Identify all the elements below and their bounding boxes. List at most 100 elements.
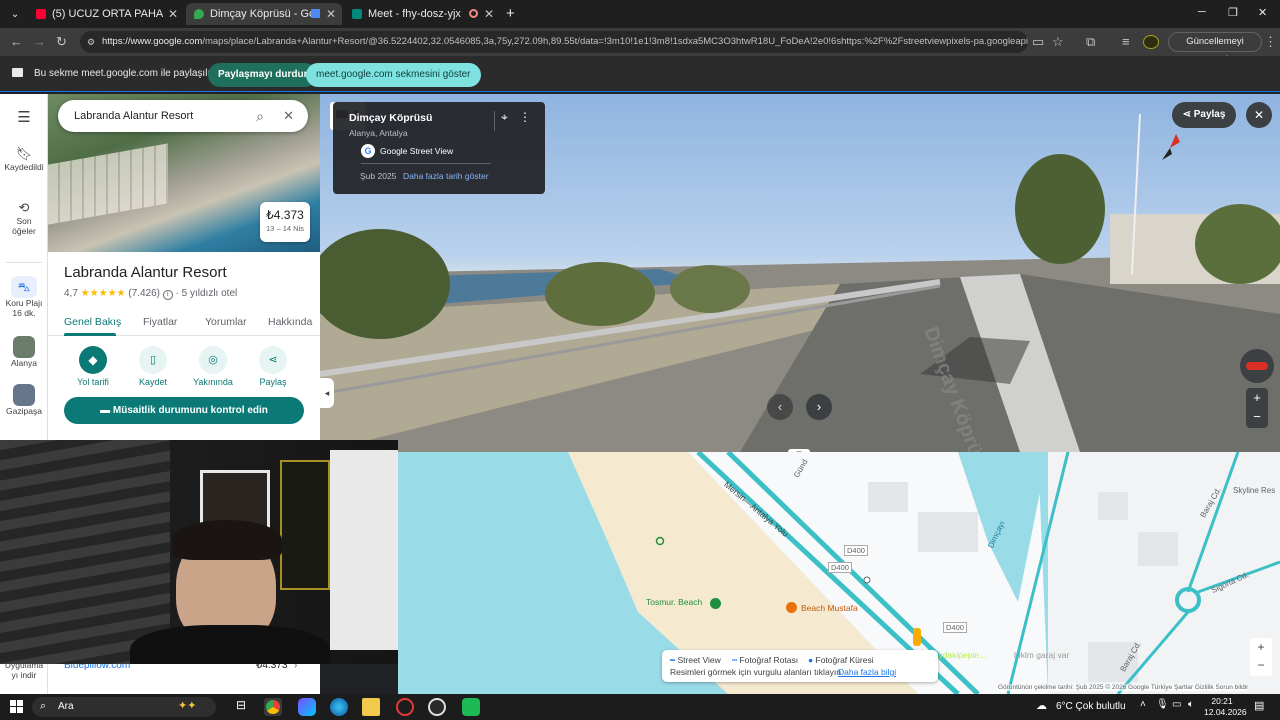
pin-icon[interactable]: ⌖	[501, 110, 508, 125]
close-icon[interactable]: ✕	[326, 7, 336, 21]
taskbar-search[interactable]: ⌕ Ara ✦✦	[32, 697, 216, 717]
file-explorer-icon[interactable]	[362, 698, 380, 716]
location-subtitle: Alanya, Antalya	[349, 128, 408, 138]
menu-kebab-icon[interactable]: ⋮	[1264, 34, 1277, 50]
tab-meet[interactable]: Meet - fhy-dosz-yjx ✕	[344, 3, 500, 25]
reload-icon[interactable]: ↻	[56, 34, 67, 50]
clock[interactable]: 20:21 12.04.2026	[1204, 696, 1247, 718]
show-meet-tab-button[interactable]: meet.google.com sekmesini göster	[306, 63, 481, 87]
more-dates-link[interactable]: Daha fazla tarih göster	[403, 171, 489, 181]
weather-text[interactable]: 6°C Çok bulutlu	[1056, 701, 1126, 712]
collapse-panel-button[interactable]: ◂	[320, 378, 334, 408]
menu-hamburger-icon[interactable]: ☰	[0, 108, 48, 126]
tab-prices[interactable]: Fiyatlar	[143, 316, 177, 328]
nearby-button[interactable]: ◎ Yakınında	[184, 346, 242, 387]
url-host: https://www.google.com	[102, 36, 203, 47]
close-window-button[interactable]: ✕	[1258, 6, 1267, 19]
rail-saved[interactable]: 🔖︎ Kaydedildi	[0, 146, 48, 172]
obs-icon[interactable]	[428, 698, 446, 716]
clock-date: 12.04.2026	[1204, 707, 1247, 717]
map-pane[interactable]: Günd Mersin—Antalya Yolu D400 D400 D400 …	[398, 452, 1280, 694]
previous-arrow-button[interactable]: ‹	[767, 394, 793, 420]
pegman-icon[interactable]	[913, 628, 921, 646]
search-icon[interactable]: ⌕	[256, 100, 264, 132]
chevron-up-icon[interactable]: ˄	[1140, 699, 1146, 710]
next-arrow-button[interactable]: ›	[806, 394, 832, 420]
share-street-view-button[interactable]: ⋖ Paylaş	[1172, 102, 1236, 128]
legend-more-link[interactable]: Daha fazla bilgi	[838, 667, 896, 677]
info-icon[interactable]: i	[162, 290, 173, 300]
rail-alanya[interactable]: Alanya	[0, 336, 48, 368]
more-options-icon[interactable]: ⋮	[519, 110, 531, 124]
forward-icon[interactable]: →	[33, 34, 46, 49]
minimize-button[interactable]: ─	[1198, 6, 1206, 18]
price-badge[interactable]: ₺4.373 13 – 14 Nis	[260, 202, 310, 242]
rail-label: 16 dk.	[12, 308, 36, 318]
meet-icon	[352, 9, 362, 19]
new-tab-button[interactable]: +	[506, 5, 515, 22]
tab-title: Dimçay Köprüsü - Google Haritalar	[210, 8, 318, 20]
bookmark-star-icon[interactable]: ☆	[1052, 34, 1064, 50]
legend-photo-sphere: ● Fotoğraf Küresi	[808, 655, 874, 665]
network-icon[interactable]: ▭	[1172, 699, 1181, 710]
extensions-icon[interactable]: ⧉	[1086, 34, 1095, 50]
tab-about[interactable]: Hakkında	[268, 316, 312, 328]
tab-youtube[interactable]: (5) UCUZ ORTA PAHALI VE ULTR ✕	[28, 3, 184, 25]
app-icon[interactable]	[462, 698, 480, 716]
profile-avatar[interactable]	[1143, 35, 1159, 49]
action-label: Yakınında	[193, 377, 233, 387]
check-availability-button[interactable]: ▬ Müsaitlik durumunu kontrol edin	[64, 397, 304, 424]
map-poi-label[interactable]: Skyline Res	[1233, 486, 1275, 495]
back-icon[interactable]: ←	[10, 34, 23, 49]
rotate-view-control[interactable]	[1240, 349, 1274, 383]
site-info-icon[interactable]: ⚙	[87, 31, 95, 53]
opera-icon[interactable]	[396, 698, 414, 716]
zoom-out-button[interactable]: −	[1250, 657, 1272, 676]
zoom-in-button[interactable]: +	[1250, 638, 1272, 657]
button-label: Paylaş	[1193, 109, 1226, 120]
tab-search-button[interactable]: ⌄	[4, 3, 26, 25]
notifications-icon[interactable]: ▤	[1254, 699, 1264, 712]
windows-start-icon[interactable]	[10, 700, 23, 713]
action-buttons: ◆ Yol tarifi ▯ Kaydet ◎ Yakınında ⋖ Payl…	[64, 346, 312, 392]
save-button[interactable]: ▯ Kaydet	[124, 346, 182, 387]
zoom-in-button[interactable]: +	[1246, 388, 1268, 408]
update-button[interactable]: Güncellemeyi tamamla	[1168, 32, 1262, 65]
nearby-icon: ◎	[199, 346, 227, 374]
zoom-controls: + −	[1246, 388, 1268, 428]
close-icon[interactable]: ✕	[484, 7, 494, 21]
tab-google-maps[interactable]: Dimçay Köprüsü - Google Haritalar ✕	[186, 3, 342, 25]
chrome-taskbar-icon[interactable]	[264, 698, 282, 716]
stop-sharing-button[interactable]: Paylaşmayı durdur	[208, 63, 318, 87]
compass-icon[interactable]	[1158, 132, 1180, 162]
review-count[interactable]: (7.426)	[128, 288, 160, 299]
street-view-pane[interactable]: Dimçay Köprüsü ▾ Dimçay Köprüsü Alanya, …	[320, 94, 1280, 452]
address-bar[interactable]: ⚙ https://www.google.com/maps/place/Labr…	[80, 31, 1028, 53]
beach-pin-icon[interactable]	[710, 598, 721, 609]
media-controls-icon[interactable]: ≡	[1122, 34, 1130, 49]
map-poi-label[interactable]: Tosmur. Beach	[646, 597, 702, 607]
microphone-icon[interactable]: 🎙︎	[1156, 699, 1169, 710]
share-button[interactable]: ⋖ Paylaş	[244, 346, 302, 387]
rail-koru-plaji[interactable]: ⛍ Koru Plajı 16 dk.	[0, 276, 48, 318]
clear-icon[interactable]: ✕	[283, 100, 294, 132]
rail-gazipasa[interactable]: Gazipaşa	[0, 384, 48, 416]
rail-recent[interactable]: ⟲ Son öğeler	[0, 200, 48, 236]
edge-icon[interactable]	[330, 698, 348, 716]
zoom-out-button[interactable]: −	[1246, 408, 1268, 428]
close-street-view-button[interactable]: ✕	[1246, 102, 1272, 128]
copilot-icon[interactable]	[298, 698, 316, 716]
place-thumbnail	[13, 384, 35, 406]
directions-button[interactable]: ◆ Yol tarifi	[64, 346, 122, 387]
volume-icon[interactable]: 🔈︎	[1188, 699, 1194, 710]
restaurant-pin-icon[interactable]	[786, 602, 797, 613]
task-view-icon[interactable]: ⊟	[232, 698, 250, 716]
tab-overview[interactable]: Genel Bakış	[64, 316, 121, 328]
search-input[interactable]: Labranda Alantur Resort ⌕ ✕	[58, 100, 308, 132]
browser-toolbar: ← → ↻ ⚙ https://www.google.com/maps/plac…	[0, 28, 1280, 65]
cast-icon[interactable]: ▭	[1032, 34, 1044, 50]
map-poi-label[interactable]: Beach Mustafa	[801, 603, 858, 613]
close-icon[interactable]: ✕	[168, 7, 178, 21]
tab-reviews[interactable]: Yorumlar	[205, 316, 247, 328]
restore-button[interactable]: ❐	[1228, 6, 1238, 19]
